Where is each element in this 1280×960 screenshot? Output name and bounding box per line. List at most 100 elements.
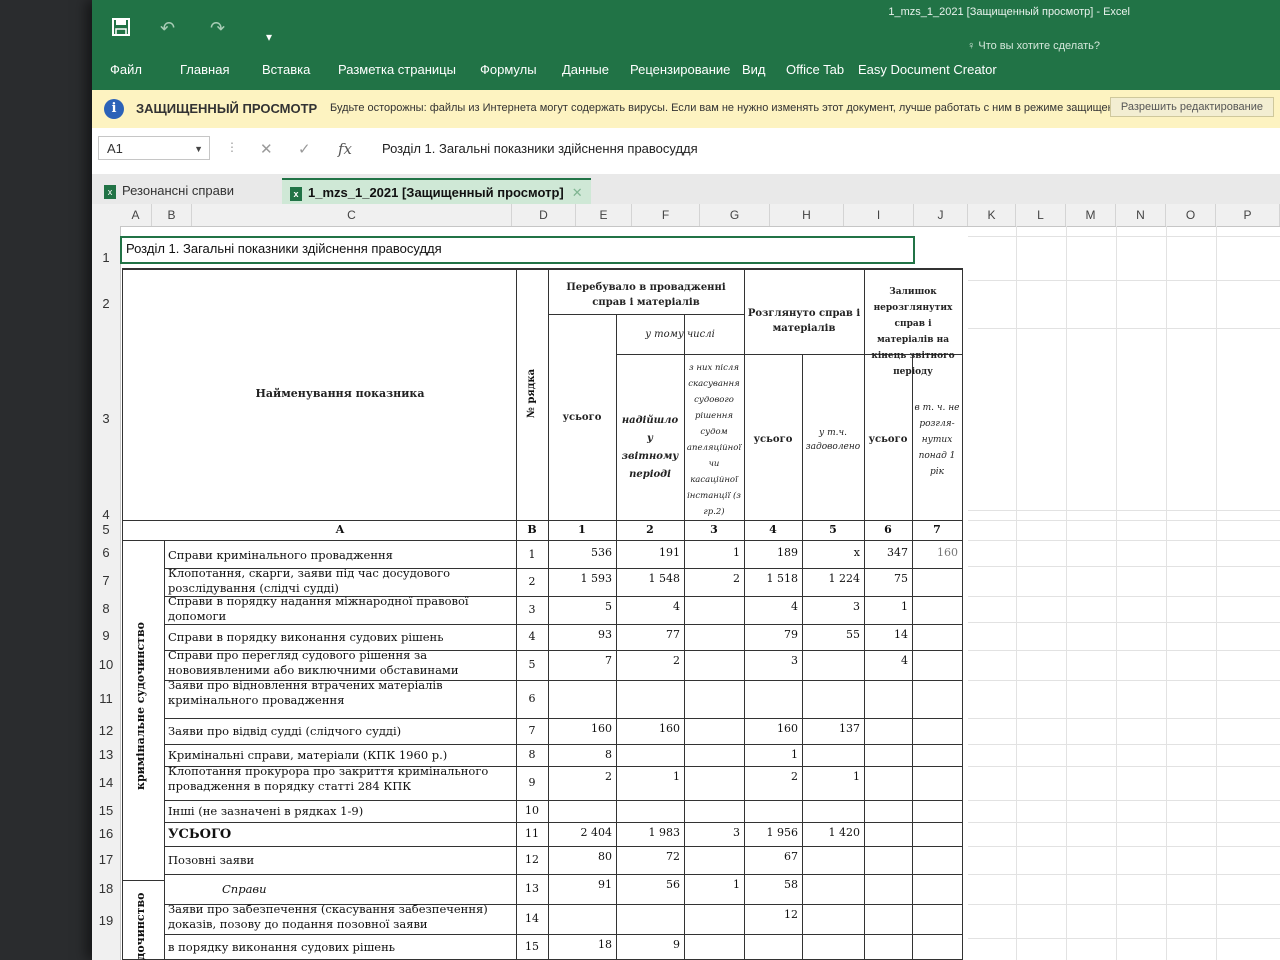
cell-c4[interactable]: 1 956 xyxy=(744,826,799,839)
cell-c2[interactable]: 2 xyxy=(616,654,680,667)
row-header-14[interactable]: 14 xyxy=(92,766,120,800)
row-header-10[interactable]: 10 xyxy=(92,650,120,680)
cell-c2[interactable]: 72 xyxy=(616,850,680,863)
close-icon[interactable]: ✕ xyxy=(572,185,583,200)
cell-c4[interactable]: 1 518 xyxy=(744,572,799,585)
row-header-4[interactable]: 4 xyxy=(92,508,120,521)
cell-c5[interactable]: 137 xyxy=(802,722,860,735)
redo-icon[interactable]: ↷ xyxy=(210,18,225,39)
tab-formulas[interactable]: Формулы xyxy=(480,62,537,77)
cell-c4[interactable]: 4 xyxy=(744,600,798,613)
cell-c2[interactable]: 9 xyxy=(616,938,680,951)
row-header-15[interactable]: 15 xyxy=(92,800,120,822)
row-header-13[interactable]: 13 xyxy=(92,744,120,766)
row-header-3[interactable]: 3 xyxy=(92,328,120,510)
cell-c7[interactable]: 160 xyxy=(912,546,958,559)
cell-c2[interactable]: 191 xyxy=(616,546,680,559)
cell-c1[interactable]: 18 xyxy=(548,938,612,951)
row-header-11[interactable]: 11 xyxy=(92,680,120,718)
cell-c4[interactable]: 79 xyxy=(744,628,798,641)
undo-icon[interactable]: ↶ xyxy=(160,18,175,39)
cell-c2[interactable]: 4 xyxy=(616,600,680,613)
cell-c1[interactable]: 2 xyxy=(548,770,612,783)
doc-tab-resonant-cases[interactable]: x Резонансні справи xyxy=(96,178,242,204)
cell-c3[interactable]: 1 xyxy=(684,878,740,891)
row-header-12[interactable]: 12 xyxy=(92,718,120,744)
cell-c2[interactable]: 77 xyxy=(616,628,680,641)
enable-editing-button[interactable]: Разрешить редактирование xyxy=(1109,97,1274,117)
cell-c4[interactable]: 160 xyxy=(744,722,798,735)
save-icon[interactable] xyxy=(112,18,130,41)
column-header-c[interactable]: C xyxy=(192,204,512,226)
cell-c6[interactable]: 75 xyxy=(864,572,908,585)
spreadsheet-grid[interactable]: ABCDEFGHIJKLMNOP 1 2 3 4 5 6 7 8 9 10 11 12 13 14 15 16… xyxy=(92,204,1280,960)
cell-c4[interactable]: 12 xyxy=(744,908,798,921)
cell-c4[interactable]: 67 xyxy=(744,850,798,863)
column-header-a[interactable]: A xyxy=(120,204,152,226)
tab-insert[interactable]: Вставка xyxy=(262,62,310,77)
column-header-n[interactable]: N xyxy=(1116,204,1166,226)
cell-c1[interactable]: 7 xyxy=(548,654,612,667)
cell-c6[interactable]: 4 xyxy=(864,654,908,667)
cell-c5[interactable]: 1 420 xyxy=(802,826,861,839)
column-header-l[interactable]: L xyxy=(1016,204,1066,226)
cell-c5[interactable]: х xyxy=(802,546,860,559)
tell-me-box[interactable]: ♀ Что вы хотите сделать? xyxy=(967,40,1100,52)
row-header-16[interactable]: 16 xyxy=(92,822,120,846)
column-header-j[interactable]: J xyxy=(914,204,968,226)
cell-c1[interactable]: 5 xyxy=(548,600,612,613)
cell-c1[interactable]: 2 404 xyxy=(548,826,613,839)
formula-input[interactable]: Розділ 1. Загальні показники здійснення … xyxy=(370,136,1270,162)
cell-c1[interactable]: 536 xyxy=(548,546,612,559)
column-header-h[interactable]: H xyxy=(770,204,844,226)
cell-c4[interactable]: 2 xyxy=(744,770,798,783)
column-header-m[interactable]: M xyxy=(1066,204,1116,226)
column-header-b[interactable]: B xyxy=(152,204,192,226)
tab-review[interactable]: Рецензирование xyxy=(630,62,730,77)
cell-c2[interactable]: 1 xyxy=(616,770,680,783)
row-header-1[interactable]: 1 xyxy=(92,236,120,280)
row-header-6[interactable]: 6 xyxy=(92,540,120,566)
tab-office-tab[interactable]: Office Tab xyxy=(786,62,844,77)
column-header-p[interactable]: P xyxy=(1216,204,1280,226)
cell-c1[interactable]: 8 xyxy=(548,748,612,761)
row-header-19[interactable]: 19 xyxy=(92,904,120,938)
cell-c1[interactable]: 93 xyxy=(548,628,612,641)
cell-c2[interactable]: 1 548 xyxy=(616,572,681,585)
cell-c4[interactable]: 58 xyxy=(744,878,798,891)
row-header-17[interactable]: 17 xyxy=(92,846,120,874)
cell-c2[interactable]: 160 xyxy=(616,722,680,735)
cell-c1[interactable]: 91 xyxy=(548,878,612,891)
tab-easy-document-creator[interactable]: Easy Document Creator xyxy=(858,62,997,77)
cell-c1[interactable]: 160 xyxy=(548,722,612,735)
column-header-k[interactable]: K xyxy=(968,204,1016,226)
row-header-8[interactable]: 8 xyxy=(92,596,120,622)
row-header-9[interactable]: 9 xyxy=(92,622,120,650)
function-icon[interactable]: fx xyxy=(338,140,352,158)
selected-cell[interactable] xyxy=(120,236,915,264)
doc-tab-mzs[interactable]: x 1_mzs_1_2021 [Защищенный просмотр] ✕ xyxy=(282,178,591,204)
customize-icon[interactable]: ▾ xyxy=(266,30,272,44)
name-box[interactable]: A1 ▼ xyxy=(98,136,210,160)
cell-c3[interactable]: 3 xyxy=(684,826,740,839)
cell-c6[interactable]: 347 xyxy=(864,546,908,559)
cell-c6[interactable]: 14 xyxy=(864,628,908,641)
column-header-g[interactable]: G xyxy=(700,204,770,226)
cell-c4[interactable]: 3 xyxy=(744,654,798,667)
column-header-i[interactable]: I xyxy=(844,204,914,226)
enter-icon[interactable]: ✓ xyxy=(298,140,311,158)
cell-c4[interactable]: 1 xyxy=(744,748,798,761)
tab-layout[interactable]: Разметка страницы xyxy=(338,62,456,77)
cell-c5[interactable]: 3 xyxy=(802,600,860,613)
cell-c3[interactable]: 1 xyxy=(684,546,740,559)
row-header-18[interactable]: 18 xyxy=(92,874,120,904)
row-header-7[interactable]: 7 xyxy=(92,566,120,596)
tab-view[interactable]: Вид xyxy=(742,62,766,77)
tab-data[interactable]: Данные xyxy=(562,62,609,77)
column-header-f[interactable]: F xyxy=(632,204,700,226)
cell-c5[interactable]: 55 xyxy=(802,628,860,641)
cell-c4[interactable]: 189 xyxy=(744,546,798,559)
cell-c3[interactable]: 2 xyxy=(684,572,740,585)
cell-c2[interactable]: 56 xyxy=(616,878,680,891)
tab-home[interactable]: Главная xyxy=(180,62,229,77)
